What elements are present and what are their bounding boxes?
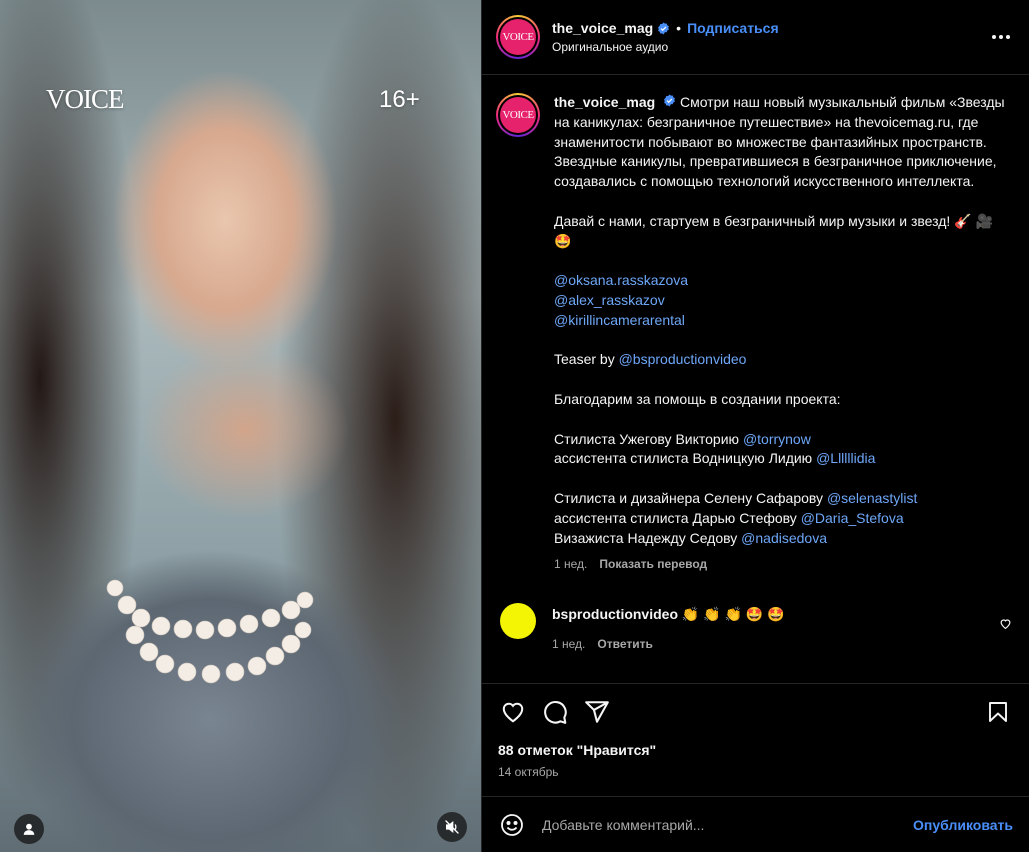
reply-button[interactable]: Ответить	[597, 635, 652, 654]
like-button[interactable]	[498, 697, 528, 727]
mention-link[interactable]: @alex_rasskazov	[554, 292, 665, 308]
likes-count[interactable]: 88 отметок "Нравится"	[498, 742, 1013, 758]
caption-timestamp[interactable]: 1 нед.	[554, 555, 587, 575]
author-avatar-logo: VOICE	[500, 19, 536, 55]
mention-link[interactable]: @oksana.rasskazova	[554, 272, 688, 288]
pearl-necklace-image	[106, 579, 314, 684]
caption-username[interactable]: the_voice_mag	[554, 94, 655, 110]
post-side-panel: VOICE the_voice_mag • Подписаться Оригин…	[481, 0, 1029, 852]
age-rating-badge: 16+	[379, 86, 420, 113]
verified-badge-icon	[663, 94, 676, 107]
credit-text: Стилиста и дизайнера Селену Сафарову	[554, 489, 827, 506]
person-icon	[23, 823, 35, 835]
mention-link[interactable]: @Llllllidia	[816, 450, 875, 466]
credit-text: Визажиста Надежду Седову	[554, 529, 742, 546]
tagged-users-button[interactable]	[14, 814, 44, 844]
follow-button[interactable]: Подписаться	[687, 20, 779, 36]
credit-text: Стилиста Ужегову Викторию	[554, 430, 743, 447]
post-caption: VOICE the_voice_mag Смотри наш новый муз…	[496, 93, 1013, 575]
comment-timestamp[interactable]: 1 нед.	[552, 635, 585, 654]
mention-link[interactable]: @Daria_Stefova	[801, 510, 904, 526]
show-translation-button[interactable]: Показать перевод	[599, 555, 707, 575]
emoji-picker-button[interactable]	[498, 811, 526, 839]
more-options-icon	[992, 35, 1010, 39]
comment-input[interactable]	[542, 816, 914, 833]
mention-link[interactable]: @torrynow	[743, 431, 811, 447]
commenter-username[interactable]: bsproductionvideo	[552, 606, 678, 622]
mention-link[interactable]: @bsproductionvideo	[619, 351, 747, 367]
bookmark-icon	[989, 702, 1007, 722]
thanks-text: Благодарим за помощь в создании проекта:	[554, 390, 841, 407]
verified-badge-icon	[657, 22, 670, 35]
comment-like-button[interactable]	[999, 617, 1013, 631]
post-header: VOICE the_voice_mag • Подписаться Оригин…	[482, 0, 1029, 75]
instagram-post-view: VOICE 16+ VOICE the_voice_mag • Подписат…	[0, 0, 1029, 852]
share-icon	[585, 701, 609, 723]
teaser-label: Teaser by	[554, 351, 619, 368]
publish-comment-button[interactable]: Опубликовать	[913, 817, 1013, 833]
share-button[interactable]	[582, 697, 612, 727]
author-username[interactable]: the_voice_mag	[552, 20, 653, 36]
author-avatar[interactable]: VOICE	[496, 15, 540, 59]
mention-link[interactable]: @kirillincamerarental	[554, 312, 685, 328]
post-actions: 88 отметок "Нравится" 14 октябрь	[482, 683, 1029, 796]
comments-section[interactable]: VOICE the_voice_mag Смотри наш новый муз…	[482, 75, 1029, 683]
comment-item: bsproductionvideo 👏 👏 👏 🤩 🤩 1 нед. Ответ…	[496, 599, 1013, 654]
mention-link[interactable]: @selenastylist	[827, 490, 917, 506]
post-date: 14 октябрь	[498, 765, 559, 779]
credit-text: ассистента стилиста Дарью Стефову	[554, 509, 801, 526]
credit-text: ассистента стилиста Водницкую Лидию	[554, 450, 817, 467]
original-audio-link[interactable]: Оригинальное аудио	[552, 40, 989, 54]
mention-link[interactable]: @nadisedova	[741, 530, 827, 546]
caption-author-avatar[interactable]: VOICE	[496, 93, 540, 137]
mute-toggle-button[interactable]	[437, 812, 467, 842]
comment-icon	[544, 701, 567, 724]
smiley-icon	[501, 813, 523, 836]
comment-button[interactable]	[540, 697, 570, 727]
add-comment-bar: Опубликовать	[482, 796, 1029, 852]
commenter-avatar[interactable]	[500, 603, 536, 640]
heart-icon	[502, 702, 524, 723]
caption-text-invite: Давай с нами, стартуем в безграничный ми…	[554, 212, 993, 249]
comment-text: 👏 👏 👏 🤩 🤩	[681, 606, 785, 623]
save-button[interactable]	[983, 697, 1013, 727]
post-video[interactable]: VOICE 16+	[0, 0, 481, 852]
caption-avatar-logo: VOICE	[500, 97, 536, 133]
voice-logo: VOICE	[46, 84, 124, 114]
heart-icon	[1000, 619, 1011, 630]
more-options-button[interactable]	[989, 25, 1013, 49]
separator-dot: •	[676, 20, 682, 36]
speaker-muted-icon	[445, 820, 459, 834]
